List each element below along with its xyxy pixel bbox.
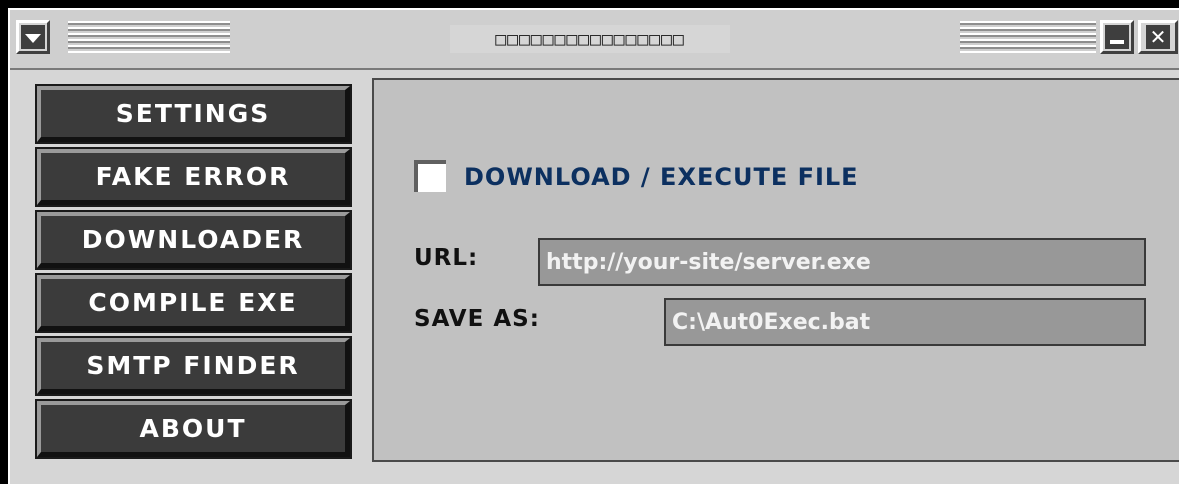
downloader-panel: DOWNLOAD / EXECUTE FILE URL: http://your… — [372, 78, 1179, 462]
nav-downloader-button[interactable]: DOWNLOADER — [35, 210, 352, 270]
title-bar[interactable]: □□□□□□□□□□□□□□□□ ✕ — [10, 10, 1179, 70]
close-icon: ✕ — [1149, 25, 1167, 49]
url-input[interactable]: http://your-site/server.exe — [538, 238, 1146, 286]
dropdown-triangle-icon — [25, 34, 41, 43]
nav-compile-exe-button[interactable]: COMPILE EXE — [35, 273, 352, 333]
nav-smtp-finder-button[interactable]: SMTP FINDER — [35, 336, 352, 396]
nav-settings-button[interactable]: SETTINGS — [35, 84, 352, 144]
app-window: □□□□□□□□□□□□□□□□ ✕ SETTINGS FAKE ERROR D… — [8, 8, 1179, 484]
close-button[interactable]: ✕ — [1138, 20, 1178, 54]
save-as-input[interactable]: C:\Aut0Exec.bat — [664, 298, 1146, 346]
title-grip-left — [68, 21, 230, 53]
minimize-button[interactable] — [1100, 20, 1134, 54]
minimize-icon — [1110, 40, 1124, 44]
url-label: URL: — [414, 245, 479, 271]
download-execute-checkbox[interactable] — [414, 160, 446, 192]
window-title: □□□□□□□□□□□□□□□□ — [450, 25, 730, 53]
save-as-label: SAVE AS: — [414, 306, 540, 332]
download-execute-label[interactable]: DOWNLOAD / EXECUTE FILE — [464, 160, 859, 194]
nav-about-button[interactable]: ABOUT — [35, 399, 352, 459]
title-grip-right — [960, 21, 1096, 53]
nav-fake-error-button[interactable]: FAKE ERROR — [35, 147, 352, 207]
window-menu-button[interactable] — [16, 20, 50, 54]
